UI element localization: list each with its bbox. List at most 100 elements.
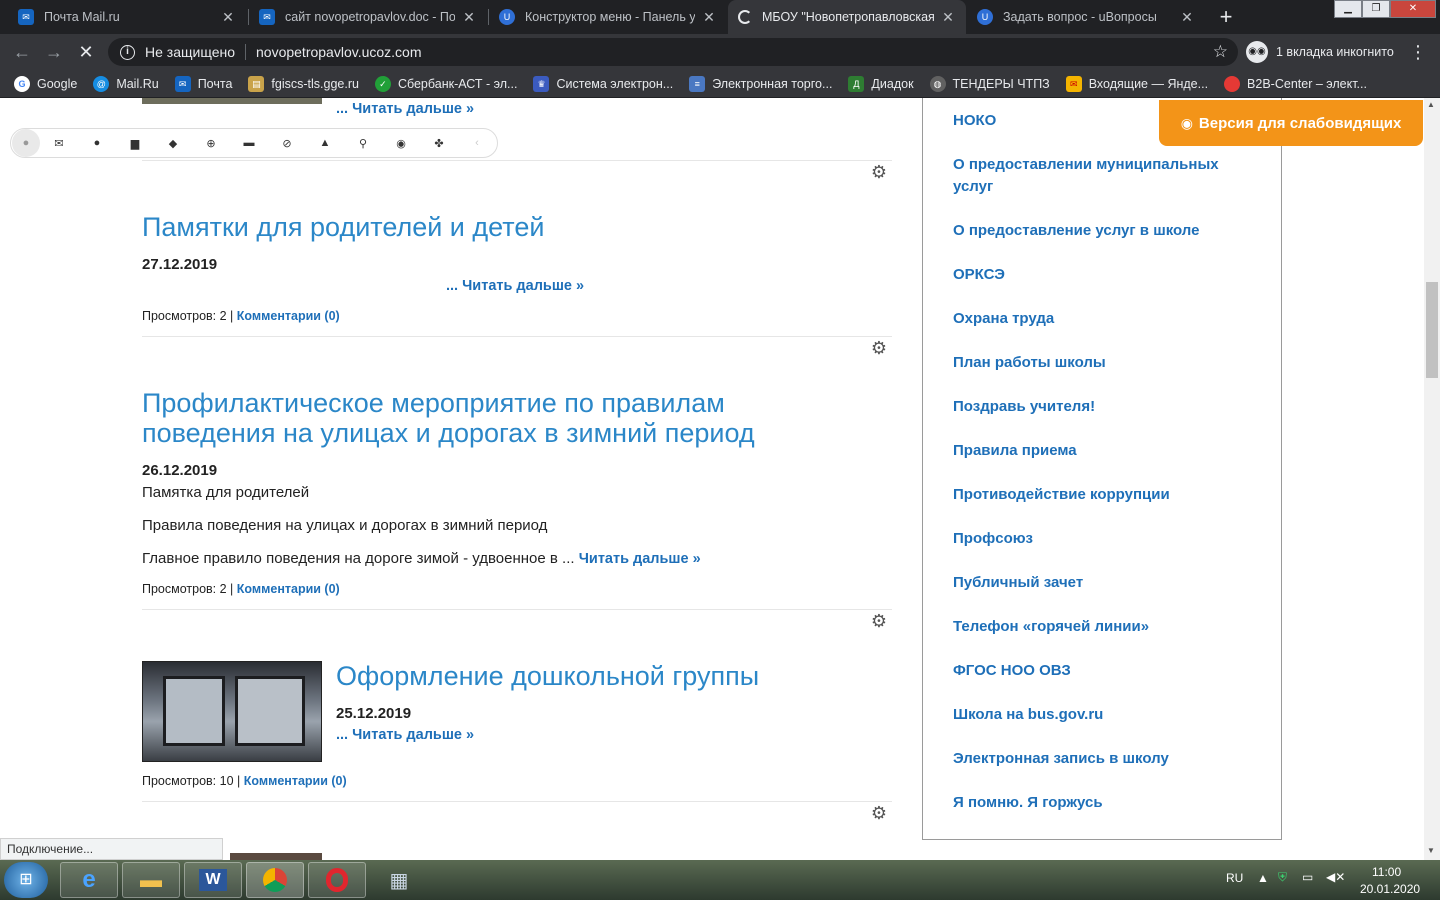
volume-muted-icon[interactable]: ◀✕ [1326, 870, 1345, 884]
sidebar-item-remember-proud[interactable]: Я помню. Я горжусь [953, 792, 1103, 814]
post-title-line[interactable]: Профилактическое мероприятие по правилам [142, 388, 755, 418]
page-scrollbar[interactable]: ▲ ▼ [1424, 98, 1440, 860]
close-icon[interactable]: ✕ [1179, 9, 1195, 26]
puzzle-icon[interactable]: ✤ [420, 137, 458, 150]
stop-loading-icon[interactable]: ✕ [74, 41, 98, 63]
document-icon[interactable]: ▆ [116, 137, 154, 150]
sidebar-item-school-services[interactable]: О предоставление услуг в школе [953, 220, 1199, 242]
search-icon[interactable]: ⚲ [344, 137, 382, 150]
bookmark-google[interactable]: G Google [14, 75, 77, 92]
sidebar-item-enrollment[interactable]: Электронная запись в школу [953, 748, 1169, 770]
folder-icon[interactable]: ▬ [122, 862, 180, 898]
scroll-down-icon[interactable]: ▼ [1427, 846, 1435, 855]
comments-link[interactable]: Комментарии (0) [237, 309, 340, 323]
sidebar-item-congratulate-teacher[interactable]: Поздравь учителя! [953, 396, 1095, 418]
gear-icon[interactable]: ⚙ [869, 611, 889, 631]
post-thumbnail[interactable] [230, 853, 322, 860]
ie-icon[interactable]: e [60, 862, 118, 898]
window-close-button[interactable]: ✕ [1390, 0, 1436, 18]
back-icon[interactable]: ← [10, 41, 34, 63]
tab-questions[interactable]: U Задать вопрос - uВопросы ✕ [967, 0, 1205, 34]
clock-date[interactable]: 20.01.2020 [1360, 882, 1420, 896]
scroll-up-icon[interactable]: ▲ [1427, 100, 1435, 109]
visually-impaired-button[interactable]: ◉ Версия для слабовидящих [1159, 100, 1423, 146]
sidebar-item-anti-corruption[interactable]: Противодействие коррупции [953, 484, 1170, 506]
tab-mail[interactable]: ✉ Почта Mail.ru ✕ [8, 0, 246, 34]
sidebar-item-municipal-services-cont[interactable]: услуг [953, 176, 993, 198]
post-title[interactable]: Профилактическое мероприятие по правилам… [142, 388, 755, 448]
close-icon[interactable]: ✕ [701, 9, 717, 26]
close-icon[interactable]: ✕ [940, 9, 956, 26]
sidebar-item-noko[interactable]: НОКО [953, 110, 996, 132]
sidebar-item-bus-gov[interactable]: Школа на bus.gov.ru [953, 704, 1103, 726]
security-label[interactable]: Не защищено [145, 44, 235, 60]
bookmark-diadok[interactable]: Д Диадок [848, 75, 914, 92]
sidebar-item-labor-safety[interactable]: Охрана труда [953, 308, 1054, 330]
incognito-indicator[interactable]: ◉◉ 1 вкладка инкогнито [1246, 40, 1394, 64]
post-title[interactable]: Памятки для родителей и детей [142, 212, 544, 242]
sidebar-item-fgos[interactable]: ФГОС НОО ОВЗ [953, 660, 1071, 682]
gear-icon[interactable]: ⚙ [869, 338, 889, 358]
language-indicator[interactable]: RU [1226, 871, 1243, 885]
calculator-icon[interactable]: ▦ [370, 862, 428, 898]
bookmark-sberbank[interactable]: ✓ Сбербанк-АСТ - эл... [374, 75, 517, 92]
tab-school-active[interactable]: МБОУ "Новопетропавловская С ✕ [728, 0, 966, 34]
post-title[interactable]: Оформление дошкольной группы [336, 661, 759, 691]
read-more-link[interactable]: ... Читать дальше » [446, 278, 584, 294]
chrome-icon[interactable] [246, 862, 304, 898]
bookmark-tendery[interactable]: ◍ ТЕНДЕРЫ ЧТПЗ [929, 75, 1050, 92]
menu-dots-icon[interactable]: ⋮ [1406, 41, 1430, 63]
opera-icon[interactable] [308, 862, 366, 898]
read-more-link[interactable]: ... Читать дальше » [336, 101, 474, 117]
url-text[interactable]: novopetropavlov.ucoz.com [256, 44, 422, 60]
sidebar-item-work-plan[interactable]: План работы школы [953, 352, 1106, 374]
sidebar-item-public-report[interactable]: Публичный зачет [953, 572, 1083, 594]
chat-icon[interactable]: ◆ [154, 137, 192, 150]
comments-link[interactable]: Комментарии (0) [244, 774, 347, 788]
folder-icon[interactable]: ▬ [230, 137, 268, 149]
restore-button[interactable]: ❐ [1362, 0, 1390, 18]
bookmark-sistema[interactable]: ♛ Система электрон... [533, 75, 673, 92]
sidebar-item-trade-union[interactable]: Профсоюз [953, 528, 1033, 550]
sidebar-item-orkse[interactable]: ОРКСЭ [953, 264, 1005, 286]
info-icon[interactable]: ● [78, 137, 116, 149]
gear-icon[interactable]: ⚙ [869, 803, 889, 823]
sidebar-item-municipal-services[interactable]: О предоставлении муниципальных [953, 154, 1219, 176]
tab-menu-constructor[interactable]: U Конструктор меню - Панель упр ✕ [489, 0, 727, 34]
read-more-link[interactable]: ... Читать дальше » [336, 727, 474, 743]
info-icon[interactable]: i [120, 44, 135, 60]
read-more-link[interactable]: Читать дальше » [579, 551, 701, 567]
address-bar[interactable]: i Не защищено novopetropavlov.ucoz.com ☆ [108, 38, 1238, 66]
start-button[interactable]: ⊞ [4, 862, 48, 898]
minimize-button[interactable]: ▁ [1334, 0, 1362, 18]
bookmark-b2b[interactable]: B2B-Center – элект... [1224, 75, 1367, 92]
post-thumbnail[interactable] [142, 98, 322, 104]
user-icon[interactable]: ● [12, 129, 40, 157]
bookmark-torgovlya[interactable]: ≡ Электронная торго... [689, 75, 832, 92]
forward-icon[interactable]: → [42, 41, 66, 63]
sidebar-item-admission-rules[interactable]: Правила приема [953, 440, 1077, 462]
bookmark-mailru[interactable]: @ Mail.Ru [93, 75, 159, 92]
eye-icon[interactable]: ◉ [382, 137, 420, 150]
envelope-icon[interactable]: ✉ [40, 137, 78, 150]
scrollbar-thumb[interactable] [1426, 282, 1438, 378]
bookmark-fgiscs[interactable]: ▤ fgiscs-tls.gge.ru [248, 75, 359, 92]
add-icon[interactable]: ⊕ [192, 137, 230, 150]
chevron-left-icon[interactable]: ‹ [458, 137, 496, 149]
sidebar-item-hotline[interactable]: Телефон «горячей линии» [953, 616, 1149, 638]
bookmark-yandex[interactable]: ✉ Входящие — Янде... [1065, 75, 1208, 92]
close-icon[interactable]: ✕ [220, 9, 236, 26]
clock-time[interactable]: 11:00 [1372, 865, 1401, 879]
network-icon[interactable]: ▭ [1302, 870, 1313, 884]
post-title-line[interactable]: поведения на улицах и дорогах в зимний п… [142, 418, 755, 448]
new-tab-button[interactable]: + [1212, 4, 1240, 30]
bell-icon[interactable]: ▲ [306, 137, 344, 149]
bookmark-pochta[interactable]: ✉ Почта [174, 75, 232, 92]
close-icon[interactable]: ✕ [461, 9, 477, 26]
comments-link[interactable]: Комментарии (0) [237, 582, 340, 596]
star-icon[interactable]: ☆ [1213, 42, 1228, 62]
post-thumbnail[interactable] [142, 661, 322, 762]
tray-expand-icon[interactable]: ▲ [1257, 871, 1269, 885]
security-shield-icon[interactable]: ⛨ [1278, 870, 1287, 885]
word-icon[interactable]: W [184, 862, 242, 898]
